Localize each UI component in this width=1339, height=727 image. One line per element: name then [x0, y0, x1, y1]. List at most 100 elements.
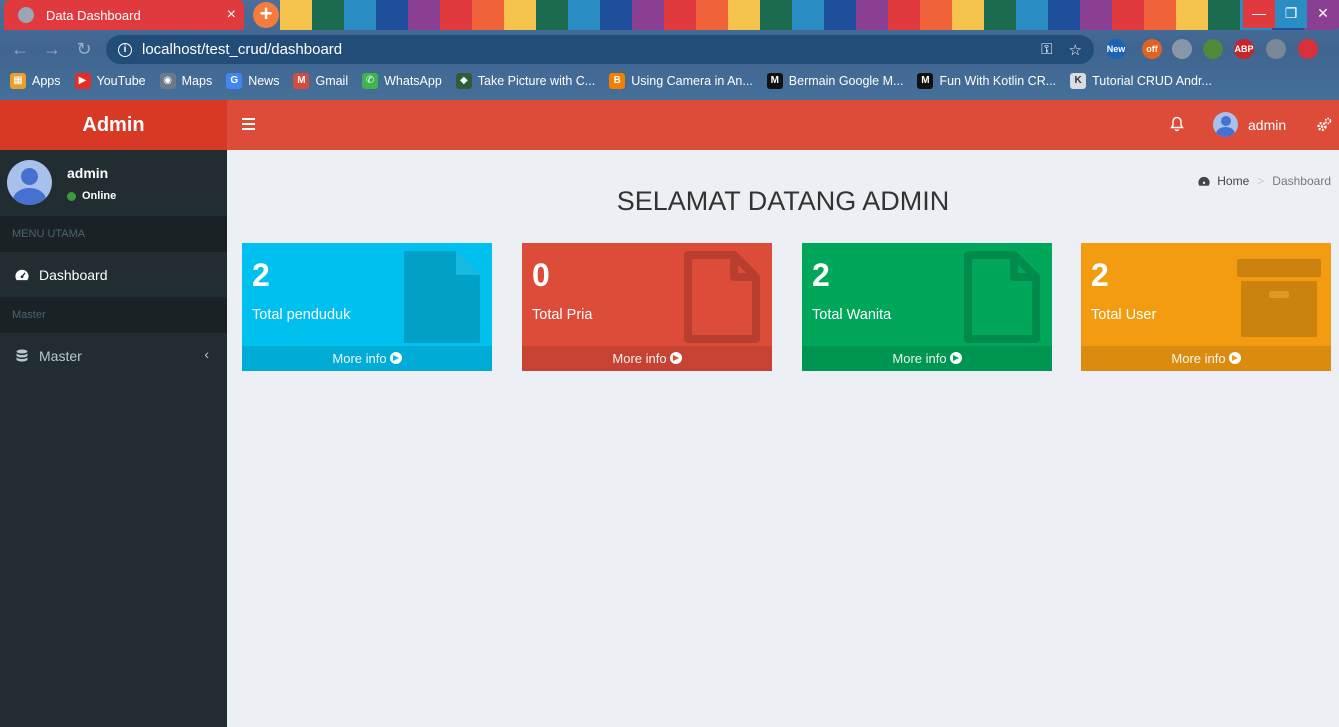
brand-logo[interactable]: Admin [0, 100, 227, 150]
bookmark-item[interactable]: ▶ YouTube [74, 73, 146, 89]
site-info-icon[interactable]: i [118, 42, 132, 57]
news-icon: G [226, 73, 243, 89]
file-outline-icon [684, 251, 760, 343]
bookmark-label: YouTube [96, 74, 146, 88]
stat-box: 2 Total User More info [1081, 243, 1331, 371]
reload-icon[interactable]: ↻ [72, 37, 96, 61]
bookmark-label: Gmail [315, 74, 349, 88]
user-status-label: Online [82, 190, 117, 202]
bookmarks-bar: ▦ Apps ▶ YouTube ◉ Maps G News M Gmail ✆ WhatsApp ◆ T… [0, 68, 1339, 94]
extension-globe-icon[interactable] [1172, 39, 1192, 59]
tab-data-dashboard[interactable]: Data Dashboard × [4, 0, 244, 30]
bookmark-item[interactable]: ✆ WhatsApp [362, 73, 442, 89]
bookmark-item[interactable]: ◆ Take Picture with C... [455, 73, 596, 89]
cogs-icon[interactable] [1316, 117, 1332, 133]
database-icon [16, 349, 28, 361]
address-bar[interactable]: i localhost/test_crud/dashboard ⚿ ☆ [106, 35, 1094, 64]
sidebar-item-master[interactable]: Master ‹ [0, 333, 227, 378]
extension-planet-icon[interactable] [1203, 39, 1223, 59]
online-dot-icon [67, 191, 76, 201]
file-icon [404, 251, 480, 343]
top-navbar: admin [227, 100, 1339, 150]
extension-off-icon[interactable]: off [1142, 39, 1162, 59]
more-info-link[interactable]: More info [242, 346, 492, 371]
chevron-left-icon: ‹ [204, 346, 209, 362]
bookmark-item[interactable]: M Fun With Kotlin CR... [917, 73, 1056, 89]
avatar[interactable] [1213, 112, 1238, 137]
android-icon: ◆ [455, 73, 472, 89]
file-outline-icon [964, 251, 1040, 343]
bookmark-item[interactable]: M Gmail [293, 73, 348, 89]
bookmark-star-icon[interactable]: ☆ [1069, 41, 1082, 59]
stat-label: Total Wanita [812, 307, 892, 323]
navigation-bar: ← → ↻ i localhost/test_crud/dashboard ⚿ … [0, 33, 1339, 65]
sidebar: Admin admin Online MENU UTAMA Dashboard … [0, 100, 227, 727]
stat-label: Total penduduk [252, 307, 351, 323]
more-info-label: More info [1171, 351, 1226, 366]
bookmark-label: Bermain Google M... [788, 74, 904, 88]
bookmark-label: Using Camera in An... [631, 74, 753, 88]
gmail-icon: M [293, 73, 310, 89]
sidebar-header-main: MENU UTAMA [0, 216, 227, 252]
stat-value: 2 [812, 257, 830, 293]
medium-icon: M [917, 73, 934, 89]
stat-label: Total User [1091, 307, 1157, 323]
arrow-circle-right-icon [669, 352, 682, 364]
sidebar-header-master: Master [0, 297, 227, 333]
close-window-button[interactable]: ✕ [1307, 0, 1339, 28]
window-controls: — ❐ ✕ [1243, 0, 1339, 28]
bookmark-item[interactable]: K Tutorial CRUD Andr... [1070, 73, 1212, 89]
whatsapp-icon: ✆ [362, 73, 379, 89]
page-title: SELAMAT DATANG ADMIN [616, 186, 950, 216]
medium-icon: M [766, 73, 783, 89]
arrow-circle-right-icon [949, 352, 962, 364]
more-info-link[interactable]: More info [1081, 346, 1331, 371]
browser-chrome: Data Dashboard × + — ❐ ✕ ← → ↻ i localho… [0, 0, 1339, 100]
bookmark-label: Tutorial CRUD Andr... [1092, 74, 1212, 88]
sidebar-item-label: Master [39, 347, 82, 364]
dashboard-icon [15, 269, 29, 280]
apps-icon: ▦ [10, 73, 26, 89]
bookmark-label: Maps [181, 74, 213, 88]
back-icon[interactable]: ← [8, 37, 32, 61]
page-favicon-icon [18, 7, 34, 23]
more-info-link[interactable]: More info [802, 346, 1052, 371]
sidebar-toggle-icon[interactable] [242, 118, 255, 130]
tab-strip: Data Dashboard × + — ❐ ✕ [0, 0, 1339, 30]
stat-box: 0 Total Pria More info [522, 243, 772, 371]
stat-value: 0 [532, 257, 550, 293]
stat-box: 2 Total penduduk More info [242, 243, 492, 371]
maps-icon: ◉ [159, 73, 176, 89]
more-info-link[interactable]: More info [522, 346, 772, 371]
arrow-circle-right-icon [389, 352, 402, 364]
sidebar-item-dashboard[interactable]: Dashboard [0, 252, 227, 297]
profile-avatar-icon[interactable] [1298, 39, 1318, 59]
extension-abp-icon[interactable]: ABP [1234, 39, 1254, 59]
bookmark-label: Take Picture with C... [477, 74, 596, 88]
bookmark-item[interactable]: G News [226, 73, 279, 89]
user-status: Online [67, 190, 116, 202]
forward-icon[interactable]: → [40, 37, 64, 61]
bookmark-item[interactable]: M Bermain Google M... [766, 73, 904, 89]
extension-new-icon[interactable]: New [1106, 39, 1126, 59]
tab-close-icon[interactable]: × [227, 6, 236, 24]
restore-button[interactable]: ❐ [1275, 0, 1307, 28]
more-info-label: More info [612, 351, 667, 366]
bookmark-item[interactable]: ◉ Maps [159, 73, 213, 89]
sidebar-item-label: Dashboard [39, 266, 108, 283]
tab-strip-theme [280, 0, 1339, 30]
arrow-circle-right-icon [1228, 352, 1241, 364]
bell-icon[interactable] [1170, 116, 1184, 132]
address-url[interactable]: localhost/test_crud/dashboard [142, 41, 1025, 58]
new-tab-button[interactable]: + [253, 2, 279, 28]
bookmark-item[interactable]: ▦ Apps [10, 73, 61, 89]
bookmark-item[interactable]: B Using Camera in An... [609, 73, 753, 89]
topbar-username[interactable]: admin [1248, 117, 1286, 133]
stat-box: 2 Total Wanita More info [802, 243, 1052, 371]
extensions-puzzle-icon[interactable] [1266, 39, 1286, 59]
archive-icon [1237, 259, 1321, 337]
password-key-icon[interactable]: ⚿ [1041, 41, 1052, 58]
dashboard-icon [1198, 176, 1210, 186]
user-panel: admin Online [0, 150, 227, 216]
minimize-button[interactable]: — [1243, 0, 1275, 28]
